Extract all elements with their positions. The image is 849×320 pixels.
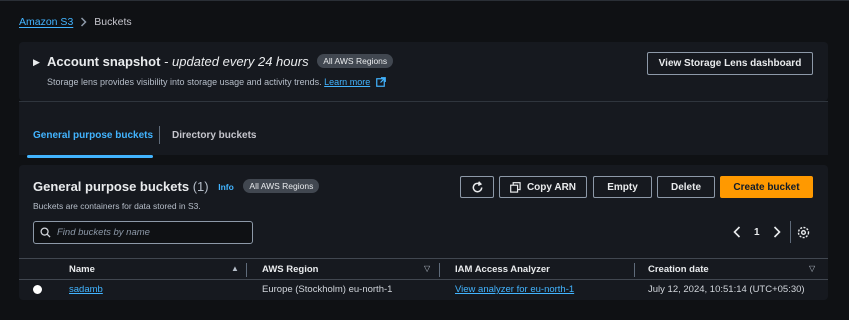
snapshot-title-text: Account snapshot [47, 54, 161, 69]
copy-arn-button[interactable]: Copy ARN [499, 176, 587, 198]
external-link-icon[interactable] [375, 77, 386, 89]
snapshot-region-badge: All AWS Regions [317, 54, 394, 68]
copy-icon [510, 181, 521, 193]
search-input[interactable] [57, 227, 247, 238]
learn-more-link[interactable]: Learn more [324, 77, 370, 87]
account-snapshot-panel: ▶ Account snapshot - updated every 24 ho… [19, 42, 828, 101]
create-bucket-button[interactable]: Create bucket [720, 176, 813, 198]
view-storage-lens-button[interactable]: View Storage Lens dashboard [647, 52, 813, 75]
snapshot-description-text: Storage lens provides visibility into st… [47, 77, 322, 87]
row-select-radio[interactable] [33, 285, 42, 294]
sort-ascending-icon[interactable]: ▲ [231, 264, 239, 273]
view-analyzer-link[interactable]: View analyzer for eu-north-1 [455, 284, 574, 295]
snapshot-subtitle: updated every 24 hours [171, 54, 309, 69]
search-box [33, 221, 253, 244]
bucket-creation-date: July 12, 2024, 10:51:14 (UTC+05:30) [648, 284, 805, 295]
copy-arn-label: Copy ARN [526, 181, 577, 193]
buckets-description: Buckets are containers for data stored i… [33, 201, 201, 211]
breadcrumb-current: Buckets [94, 16, 132, 28]
refresh-icon [472, 180, 482, 192]
gear-icon[interactable] [797, 226, 810, 242]
search-icon [40, 227, 51, 238]
table-header: Name ▲ AWS Region ▽ IAM Access Analyzer … [19, 258, 828, 280]
bucket-region: Europe (Stockholm) eu-north-1 [262, 284, 393, 295]
active-tab-indicator [27, 155, 153, 158]
buckets-count: (1) [192, 179, 209, 194]
buckets-region-badge: All AWS Regions [243, 179, 320, 193]
pager-divider [790, 221, 791, 243]
buckets-title: General purpose buckets [33, 179, 190, 194]
expand-caret-icon[interactable]: ▶ [33, 57, 40, 68]
refresh-button[interactable] [460, 176, 494, 198]
breadcrumb-amazon-s3-link[interactable]: Amazon S3 [19, 16, 73, 28]
column-divider[interactable] [439, 263, 440, 277]
tab-directory-buckets[interactable]: Directory buckets [172, 130, 256, 141]
general-purpose-buckets-panel: General purpose buckets (1) Info All AWS… [19, 165, 828, 300]
empty-button[interactable]: Empty [593, 176, 652, 198]
sort-descending-icon[interactable]: ▽ [424, 264, 430, 273]
chevron-right-icon [80, 17, 87, 27]
bucket-type-tabs: General purpose buckets Directory bucket… [19, 101, 828, 158]
column-header-access-analyzer[interactable]: IAM Access Analyzer [455, 264, 550, 275]
info-link[interactable]: Info [218, 182, 234, 192]
column-divider[interactable] [246, 263, 247, 277]
chevron-left-icon[interactable] [733, 226, 741, 241]
snapshot-description: Storage lens provides visibility into st… [47, 77, 386, 89]
breadcrumb: Amazon S3 Buckets [19, 16, 132, 28]
tab-divider [159, 126, 160, 144]
snapshot-title: Account snapshot - updated every 24 hour… [47, 54, 394, 69]
column-header-creation-date[interactable]: Creation date [648, 264, 709, 275]
column-header-region[interactable]: AWS Region [262, 264, 318, 275]
buckets-heading: General purpose buckets (1) Info All AWS… [33, 179, 320, 194]
column-divider[interactable] [634, 263, 635, 277]
table-row[interactable]: sadamb Europe (Stockholm) eu-north-1 Vie… [19, 281, 828, 300]
delete-button[interactable]: Delete [657, 176, 715, 198]
top-border [0, 0, 849, 1]
chevron-right-icon[interactable] [773, 226, 781, 241]
tab-general-purpose-buckets[interactable]: General purpose buckets [33, 130, 153, 141]
page-number[interactable]: 1 [754, 227, 760, 238]
sort-descending-icon[interactable]: ▽ [809, 264, 815, 273]
bucket-name-link[interactable]: sadamb [69, 284, 103, 295]
column-header-name[interactable]: Name [69, 264, 95, 275]
